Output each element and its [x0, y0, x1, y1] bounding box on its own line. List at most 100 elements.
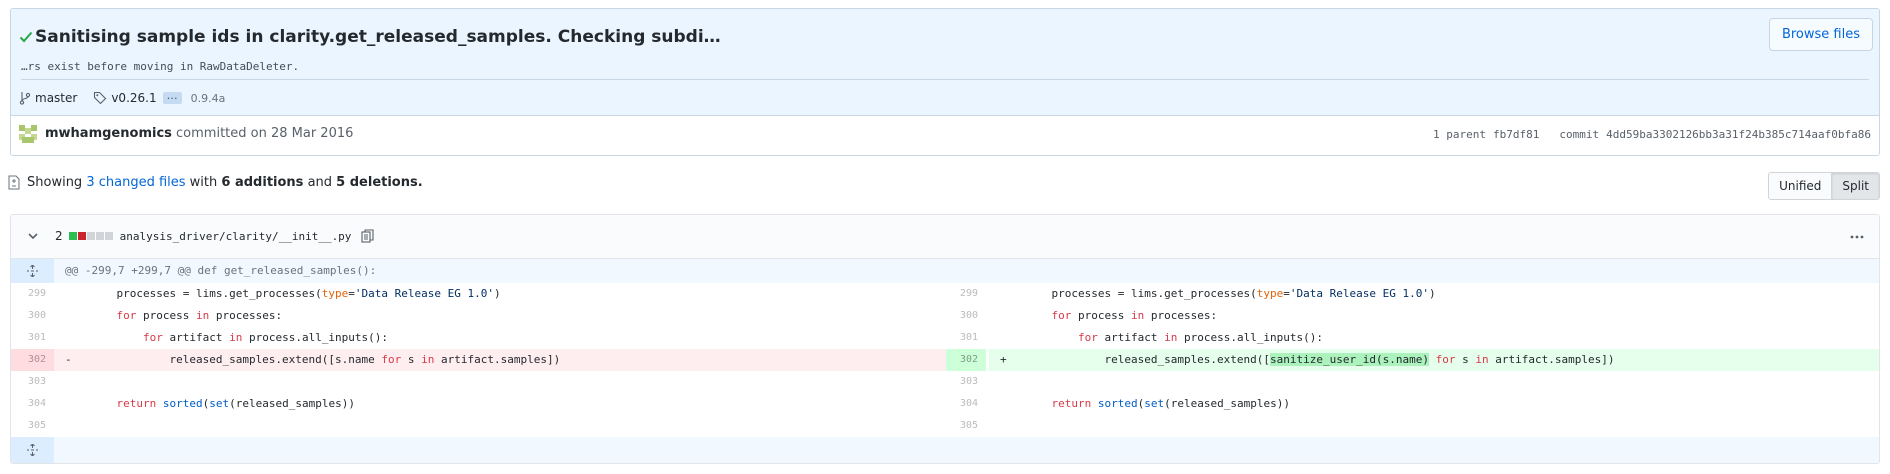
code-line: return sorted(set(released_samples)) [989, 393, 1879, 415]
code-line: processes = lims.get_processes(type='Dat… [989, 283, 1879, 305]
line-number[interactable]: 305 [11, 415, 54, 437]
diff-row: 300 for process in processes: 300 for pro… [11, 305, 1879, 327]
expand-down-button[interactable] [11, 437, 54, 463]
code-token: set [209, 397, 230, 410]
code-token: set [1144, 397, 1165, 410]
code-token: type [321, 287, 349, 300]
parent-label: 1 parent [1433, 128, 1486, 141]
left-line: 301 for artifact in process.all_inputs()… [11, 327, 946, 349]
deletions-count: 5 deletions. [336, 175, 423, 190]
code-token: (released_samples)) [1164, 397, 1290, 410]
code-token: processes = lims.get_processes( [90, 287, 322, 300]
diff-row: 304 return sorted(set(released_samples))… [11, 393, 1879, 415]
tag-icon [94, 91, 107, 105]
code-token: s [1455, 353, 1476, 366]
diffstat-deleted-block [77, 232, 86, 240]
line-number[interactable]: 303 [11, 371, 54, 393]
chevron-down-icon[interactable] [27, 230, 39, 242]
left-line: 303 [11, 371, 946, 393]
left-line: 302- released_samples.extend([s.name for… [11, 349, 946, 371]
left-line: 304 return sorted(set(released_samples)) [11, 393, 946, 415]
code-token: for [1051, 309, 1072, 322]
unified-button[interactable]: Unified [1769, 173, 1832, 199]
hunk-header-row: @@ -299,7 +299,7 @@ def get_released_sam… [11, 259, 1879, 283]
avatar[interactable] [19, 125, 37, 143]
line-number[interactable]: 302 [11, 349, 54, 371]
code-content: processes = lims.get_processes(type='Dat… [90, 283, 500, 305]
diffstat-neutral-block [86, 232, 95, 240]
commit-description: …rs exist before moving in RawDataDelete… [21, 60, 300, 73]
kebab-menu-icon[interactable] [1849, 229, 1865, 245]
code-token: return [1051, 397, 1092, 410]
line-number[interactable]: 300 [946, 305, 986, 327]
commit-sha: 4dd59ba3302126bb3a31f24b385c714aaf0bfa86 [1606, 128, 1871, 141]
code-token: in [1475, 353, 1489, 366]
diffstat-neutral-block [95, 232, 104, 240]
code-token: process [1071, 309, 1131, 322]
copy-icon[interactable] [361, 229, 374, 243]
line-number[interactable]: 305 [946, 415, 986, 437]
hunk-header: @@ -299,7 +299,7 @@ def get_released_sam… [65, 264, 377, 277]
line-number[interactable]: 304 [11, 393, 54, 415]
code-content: released_samples.extend([s.name for s in… [90, 349, 560, 371]
check-icon [19, 31, 33, 43]
split-button[interactable]: Split [1831, 173, 1879, 199]
commit-meta: mwhamgenomics committed on 28 Mar 2016 1… [11, 117, 1879, 155]
code-token: process.all_inputs(): [242, 331, 389, 344]
code-content: return sorted(set(released_samples)) [90, 393, 355, 415]
diff-summary: Showing 3 changed files with 6 additions… [8, 175, 423, 190]
file-path-link[interactable]: analysis_driver/clarity/__init__.py [120, 230, 352, 243]
code-token: = [1283, 287, 1290, 300]
code-token: sorted [1097, 397, 1138, 410]
diff-row: 303 303 [11, 371, 1879, 393]
right-line: 302 + released_samples.extend([sanitize_u… [946, 349, 1879, 371]
hunk-footer-row [11, 437, 1879, 463]
additions-count: 6 additions [221, 175, 304, 190]
expand-tags-button[interactable]: … [162, 90, 182, 104]
code-line: for process in processes: [989, 305, 1879, 327]
line-number[interactable]: 301 [946, 327, 986, 349]
branch-link[interactable]: master [35, 91, 77, 105]
diff-view-toggle: Unified Split [1768, 172, 1880, 200]
file-diff: 2 analysis_driver/clarity/__init__.py @@… [10, 214, 1880, 464]
line-number[interactable]: 299 [946, 283, 986, 305]
line-number[interactable]: 303 [946, 371, 986, 393]
code-line: return sorted(set(released_samples)) [54, 393, 946, 415]
line-number[interactable]: 304 [946, 393, 986, 415]
expand-up-button[interactable] [11, 259, 54, 283]
line-number[interactable]: 299 [11, 283, 54, 305]
commit-label: commit [1559, 128, 1600, 141]
author-link[interactable]: mwhamgenomics [45, 126, 172, 141]
change-count: 2 [55, 229, 63, 243]
right-line: 304 return sorted(set(released_samples)) [946, 393, 1879, 415]
tag-extra[interactable]: 0.9.4a [191, 92, 226, 105]
line-number[interactable]: 300 [11, 305, 54, 327]
unfold-icon [27, 265, 38, 277]
code-content: for artifact in process.all_inputs(): [1025, 327, 1323, 349]
code-content: return sorted(set(released_samples)) [1025, 393, 1290, 415]
divider [21, 79, 1869, 80]
diff-marker: + [1000, 353, 1007, 366]
code-token: for [381, 353, 402, 366]
diff-table: @@ -299,7 +299,7 @@ def get_released_sam… [11, 259, 1879, 463]
diffstat-added-block [68, 232, 77, 240]
file-info: 2 analysis_driver/clarity/__init__.py [55, 229, 374, 243]
commit-box: Sanitising sample ids in clarity.get_rel… [10, 8, 1880, 156]
tag-link[interactable]: v0.26.1 [111, 91, 156, 105]
code-token: 'Data Release EG 1.0' [1289, 287, 1429, 300]
line-number[interactable]: 302 [946, 349, 986, 371]
changed-files-link[interactable]: 3 changed files [86, 175, 185, 190]
diffstat [68, 232, 114, 240]
line-number[interactable]: 301 [11, 327, 54, 349]
parent-sha-link[interactable]: fb7df81 [1493, 128, 1539, 141]
code-token: released_samples.extend([s.name [90, 353, 382, 366]
commit-title: Sanitising sample ids in clarity.get_rel… [35, 27, 721, 47]
browse-files-button[interactable]: Browse files [1768, 18, 1873, 51]
code-token: for [1435, 353, 1456, 366]
